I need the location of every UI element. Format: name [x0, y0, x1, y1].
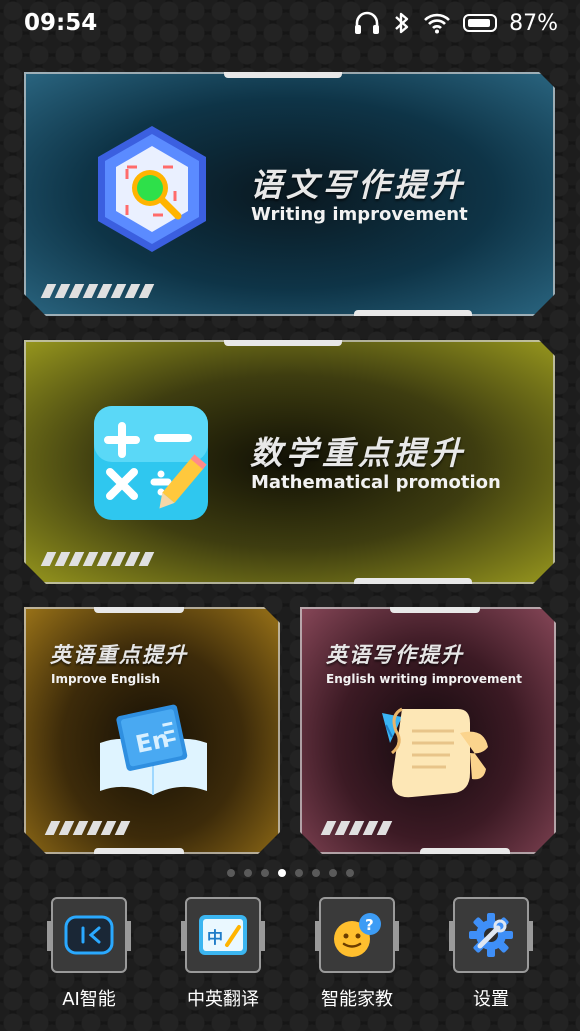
bluetooth-icon: [395, 12, 409, 34]
status-time: 09:54: [24, 10, 98, 36]
card-title: 英语重点提升: [50, 643, 188, 667]
paper-scroll-quill-icon: [362, 703, 494, 801]
tutor-face-question-icon: ?: [334, 913, 381, 957]
card-tab-bottom: [94, 848, 184, 854]
math-operators-icon: [92, 404, 210, 522]
english-writing-card[interactable]: 英语写作提升 English writing improvement: [300, 607, 556, 854]
dock-label: 设置: [473, 989, 509, 1010]
card-stripes: [44, 284, 151, 298]
page-dot[interactable]: [226, 869, 235, 877]
card-tab-top: [390, 607, 480, 613]
wifi-icon: [424, 13, 451, 34]
math-promotion-card[interactable]: 数学重点提升 Mathematical promotion: [24, 340, 555, 584]
status-bar: 09:54 87%: [0, 0, 580, 50]
card-tab-bottom: [354, 310, 472, 316]
dock-icon-frame[interactable]: ?: [315, 897, 399, 973]
ai-face-icon: [64, 915, 114, 955]
page-indicator[interactable]: [0, 869, 580, 877]
battery-percent: 87%: [509, 10, 558, 36]
dock-ai-app[interactable]: AI智能: [47, 897, 131, 1011]
page-dot[interactable]: [311, 869, 320, 877]
card-subtitle: Mathematical promotion: [251, 472, 501, 493]
card-tab-bottom: [354, 578, 472, 584]
card-subtitle: Writing improvement: [251, 204, 468, 225]
card-subtitle: English writing improvement: [326, 672, 522, 686]
card-title: 语文写作提升: [250, 166, 467, 204]
translate-board-icon: 中: [199, 915, 247, 955]
card-tab-top: [94, 607, 184, 613]
dock-icon-frame[interactable]: [47, 897, 131, 973]
dock-tutor-app[interactable]: ? 智能家教: [315, 897, 399, 1011]
svg-text:中: 中: [207, 928, 223, 947]
card-tab-top: [224, 340, 342, 346]
card-stripes: [324, 821, 389, 835]
card-title: 数学重点提升: [250, 434, 467, 472]
card-tab-top: [224, 72, 342, 78]
card-title: 英语写作提升: [326, 643, 464, 667]
dock-settings-app[interactable]: 设置: [449, 897, 533, 1011]
dock-label: 智能家教: [321, 989, 393, 1010]
page-dot[interactable]: [243, 869, 252, 877]
improve-english-card[interactable]: 英语重点提升 Improve English En: [24, 607, 280, 854]
dock-translate-app[interactable]: 中 中英翻译: [181, 897, 265, 1011]
page-dot-active[interactable]: [277, 869, 286, 877]
open-book-icon: En: [96, 703, 211, 799]
battery-icon: [463, 14, 498, 32]
dock-icon-frame[interactable]: 中: [181, 897, 265, 973]
dock-label: AI智能: [62, 989, 116, 1010]
gear-wrench-icon: [469, 913, 513, 957]
page-dot[interactable]: [328, 869, 337, 877]
dock-label: 中英翻译: [187, 989, 259, 1010]
magnifier-hexagon-icon: [92, 124, 212, 254]
page-dot[interactable]: [294, 869, 303, 877]
writing-improvement-card[interactable]: 语文写作提升 Writing improvement: [24, 72, 555, 316]
headphones-icon: [355, 11, 380, 34]
card-tab-bottom: [420, 848, 510, 854]
page-dot[interactable]: [260, 869, 269, 877]
card-stripes: [44, 552, 151, 566]
status-icons: 87%: [353, 10, 558, 36]
card-subtitle: Improve English: [51, 672, 161, 686]
card-stripes: [48, 821, 127, 835]
svg-text:?: ?: [365, 916, 374, 934]
dock-icon-frame[interactable]: [449, 897, 533, 973]
page-dot[interactable]: [345, 869, 354, 877]
